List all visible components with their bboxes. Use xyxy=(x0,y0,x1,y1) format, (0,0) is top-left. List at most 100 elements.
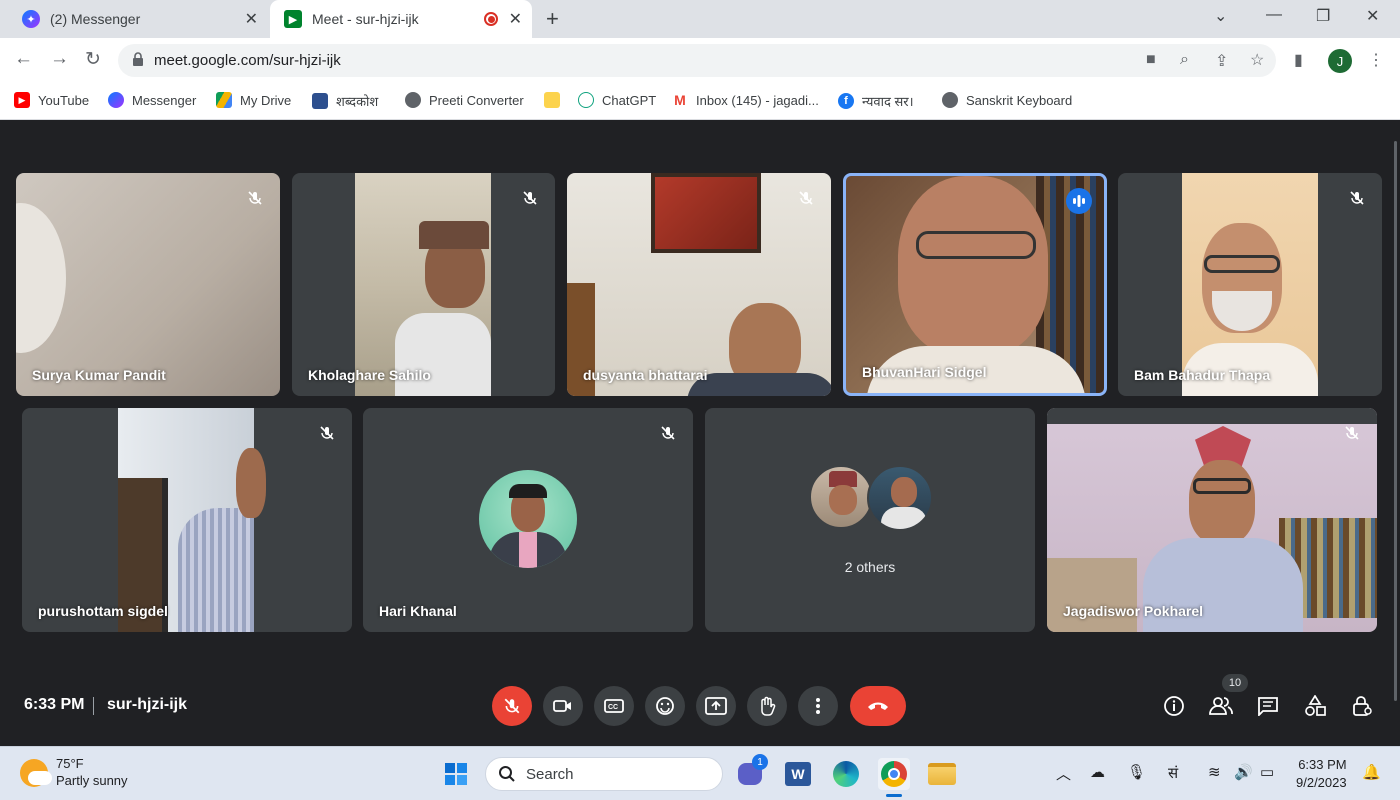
bookmark-preeti-converter[interactable]: Preeti Converter xyxy=(405,92,524,108)
raise-hand-button[interactable] xyxy=(747,686,787,726)
tab-search-icon[interactable]: ⌄ xyxy=(1214,6,1227,26)
people-count-badge: 10 xyxy=(1222,674,1248,692)
reactions-button[interactable] xyxy=(645,686,685,726)
hand-icon xyxy=(761,696,776,716)
weather-widget[interactable]: 75°F Partly sunny xyxy=(20,755,128,789)
address-bar[interactable]: meet.google.com/sur-hjzi-ijk xyxy=(118,44,1276,77)
tab-meet[interactable]: ▶ Meet - sur-hjzi-ijk ✕ xyxy=(270,0,532,38)
chat-icon[interactable] xyxy=(1256,694,1280,718)
edge-app[interactable] xyxy=(830,758,862,790)
bookmark-dictionary[interactable]: शब्दकोश xyxy=(312,92,378,110)
bookmark-chatgpt[interactable]: ChatGPT xyxy=(578,92,656,108)
url-text: meet.google.com/sur-hjzi-ijk xyxy=(154,52,341,69)
mic-off-icon xyxy=(242,185,268,211)
notifications-icon[interactable]: 🔔 xyxy=(1362,763,1381,781)
bookmark-label: न्यवाद सर। xyxy=(862,94,914,109)
tab-meet-label: Meet - sur-hjzi-ijk xyxy=(312,11,419,27)
wifi-icon[interactable]: ≋ xyxy=(1208,763,1221,781)
present-screen-button[interactable] xyxy=(696,686,736,726)
captions-button[interactable]: CC xyxy=(594,686,634,726)
bookmark-star-icon[interactable]: ☆ xyxy=(1250,50,1264,70)
meeting-details-icon[interactable] xyxy=(1162,694,1186,718)
facebook-icon: f xyxy=(838,93,854,109)
participant-name: Kholaghare Sahilo xyxy=(308,367,431,383)
minimize-icon[interactable]: — xyxy=(1266,6,1282,24)
participant-video xyxy=(1189,460,1255,544)
others-tile[interactable]: 2 others xyxy=(705,408,1035,632)
onedrive-icon[interactable]: ☁ xyxy=(1090,763,1105,781)
bookmark-facebook[interactable]: f न्यवाद सर। xyxy=(838,92,914,110)
system-clock[interactable]: 6:33 PM 9/2/2023 xyxy=(1296,756,1347,792)
bookmark-gmail[interactable]: M Inbox (145) - jagadi... xyxy=(672,92,819,108)
bookmark-my-drive[interactable]: My Drive xyxy=(216,92,291,108)
zoom-icon[interactable]: ⌕ xyxy=(1180,51,1189,69)
bookmark-youtube[interactable]: ▶ YouTube xyxy=(14,92,89,108)
chevron-up-icon[interactable]: ︿ xyxy=(1056,763,1071,784)
folder-icon xyxy=(928,763,956,785)
gmail-icon: M xyxy=(672,92,688,108)
profile-avatar[interactable]: J xyxy=(1328,49,1352,73)
leave-call-button[interactable] xyxy=(850,686,906,726)
reload-icon[interactable]: ↻ xyxy=(85,48,101,71)
file-explorer-app[interactable] xyxy=(926,758,958,790)
participant-tile[interactable]: Jagadiswor Pokharel xyxy=(1047,408,1377,632)
clock-date: 9/2/2023 xyxy=(1296,775,1347,790)
share-icon[interactable]: ⇪ xyxy=(1215,51,1228,71)
participant-tile[interactable]: Kholaghare Sahilo xyxy=(292,173,555,396)
back-icon[interactable]: ← xyxy=(14,48,33,70)
chrome-icon xyxy=(881,761,907,787)
shirt-decor xyxy=(687,373,831,396)
participant-tile-active[interactable]: BhuvanHari Sidgel xyxy=(843,173,1107,396)
participant-name: Surya Kumar Pandit xyxy=(32,367,166,383)
restore-icon[interactable]: ❐ xyxy=(1316,6,1330,26)
active-indicator xyxy=(886,794,902,797)
camera-icon[interactable]: ■ xyxy=(1146,51,1156,69)
scrollbar[interactable] xyxy=(1394,141,1397,701)
participant-tile[interactable]: purushottam sigdel xyxy=(22,408,352,632)
taskbar-search[interactable]: Search xyxy=(485,757,723,791)
teams-chat-app[interactable]: 1 xyxy=(734,754,768,790)
others-count-label: 2 others xyxy=(844,559,896,575)
chatgpt-icon xyxy=(578,92,594,108)
participant-tile[interactable]: dusyanta bhattarai xyxy=(567,173,831,396)
bookmark-label: Inbox (145) - jagadi... xyxy=(696,92,819,108)
bookmark-messenger[interactable]: Messenger xyxy=(108,92,196,108)
chrome-app[interactable] xyxy=(878,758,910,797)
participant-tile[interactable]: Bam Bahadur Thapa xyxy=(1118,173,1382,396)
close-window-icon[interactable]: ✕ xyxy=(1366,6,1379,26)
meet-icon: ▶ xyxy=(284,10,302,28)
input-language-label[interactable]: सं xyxy=(1168,763,1178,783)
camera-toggle-button[interactable] xyxy=(543,686,583,726)
host-controls-icon[interactable] xyxy=(1350,694,1374,718)
close-tab-icon[interactable]: ✕ xyxy=(509,9,522,29)
word-app[interactable]: W xyxy=(782,758,814,790)
tile-top-edge xyxy=(1047,408,1377,424)
meeting-time: 6:33 PM xyxy=(24,696,85,713)
battery-icon[interactable]: ▭ xyxy=(1260,763,1274,781)
forward-icon[interactable]: → xyxy=(50,48,69,70)
close-tab-icon[interactable]: ✕ xyxy=(245,9,258,29)
participant-video xyxy=(118,408,266,632)
bookmark-sanskrit-keyboard[interactable]: Sanskrit Keyboard xyxy=(942,92,1072,108)
search-label: Search xyxy=(526,765,574,783)
microphone-icon[interactable]: 🎙 xyxy=(1127,763,1146,781)
microphone-toggle-button[interactable] xyxy=(492,686,532,726)
more-options-button[interactable] xyxy=(798,686,838,726)
lock-icon xyxy=(133,52,143,66)
volume-icon[interactable]: 🔊 xyxy=(1234,763,1253,781)
bookmark-folder[interactable] xyxy=(544,92,568,108)
bookmark-label: Sanskrit Keyboard xyxy=(966,92,1073,108)
mic-off-icon xyxy=(655,420,681,446)
mic-off-icon xyxy=(517,185,543,211)
tab-messenger[interactable]: ✦ (2) Messenger ✕ xyxy=(14,0,268,38)
new-tab-icon[interactable]: + xyxy=(546,6,559,32)
participant-tile[interactable]: Hari Khanal xyxy=(363,408,693,632)
menu-icon[interactable]: ⋮ xyxy=(1368,50,1384,70)
side-panel-icon[interactable]: ▮ xyxy=(1294,50,1303,70)
people-icon[interactable] xyxy=(1209,694,1233,718)
windows-taskbar: 75°F Partly sunny Search 1 W ︿ ☁ 🎙 सं ≋ … xyxy=(0,746,1400,800)
activities-icon[interactable] xyxy=(1303,694,1327,718)
participant-tile[interactable]: Surya Kumar Pandit xyxy=(16,173,280,396)
bookmarks-bar: ▶ YouTube Messenger My Drive शब्दकोश Pree… xyxy=(0,83,1400,120)
start-button[interactable] xyxy=(440,758,472,790)
